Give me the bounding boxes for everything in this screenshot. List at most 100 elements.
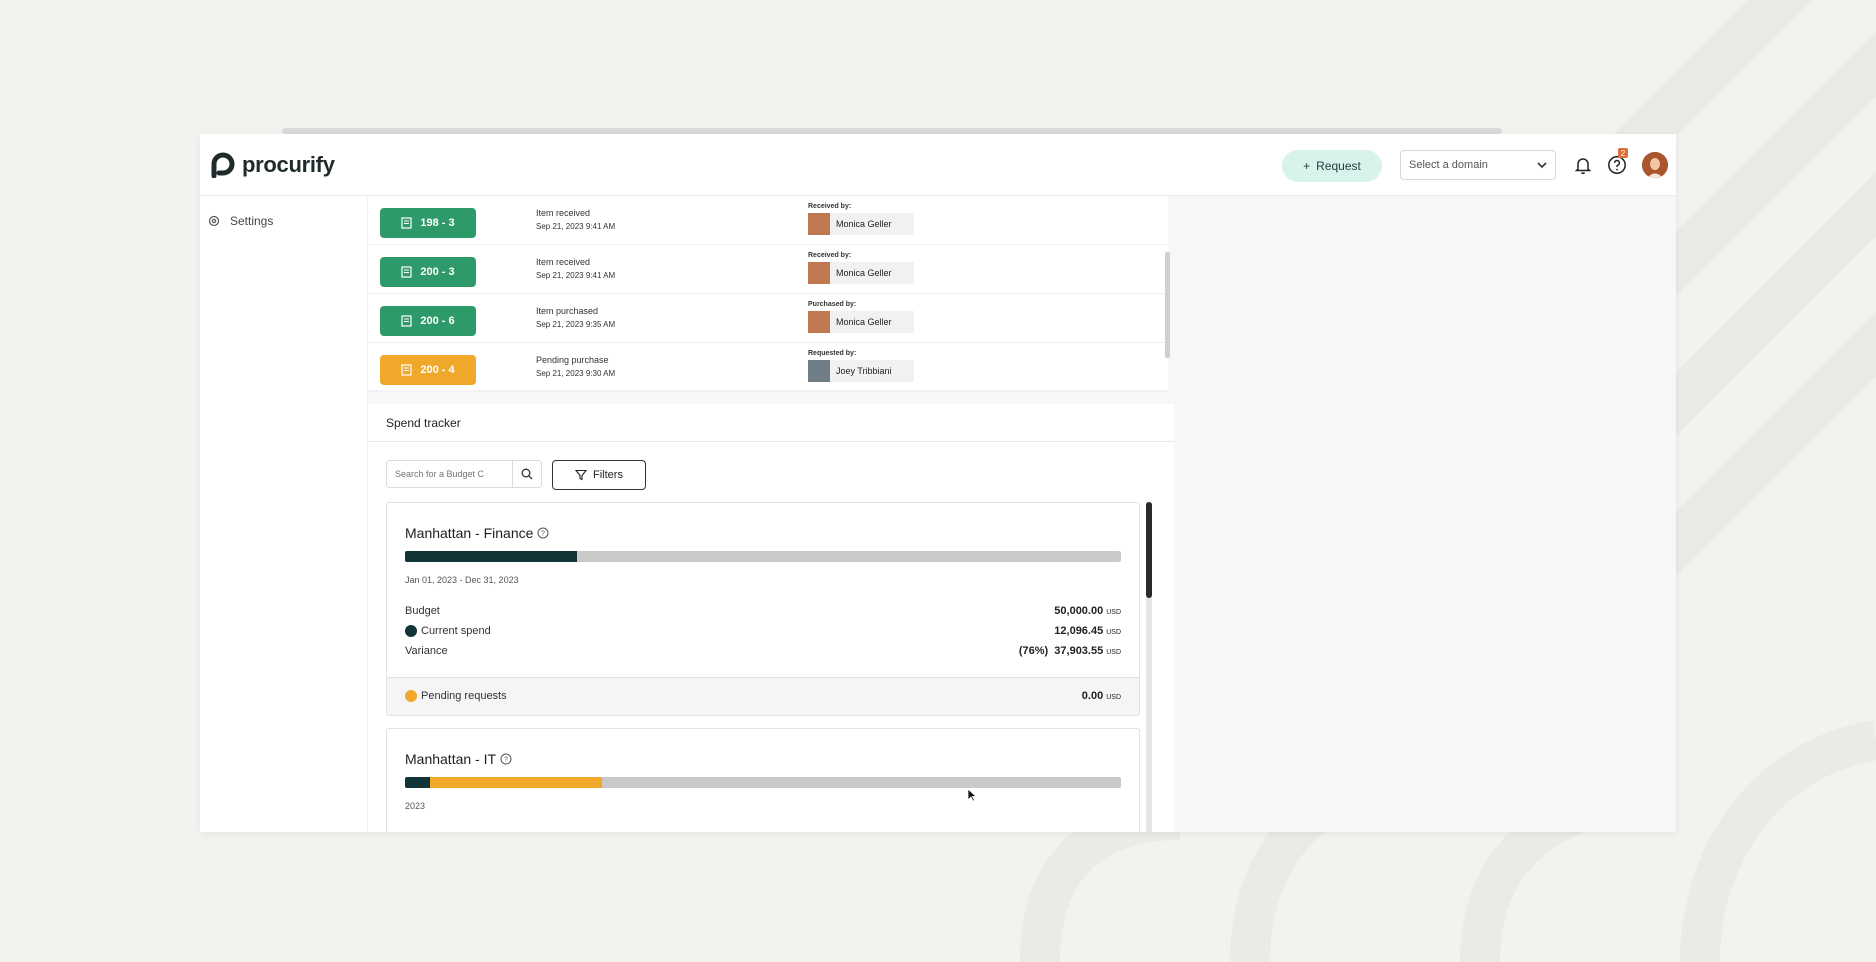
activity-by-label: Received by: [808,252,852,259]
activity-row[interactable]: 198 - 3 Item received Sep 21, 2023 9:41 … [368,196,1168,245]
user-avatar-image [1642,152,1668,178]
person-chip[interactable]: Joey Tribbiani [808,360,914,382]
person-chip[interactable]: Monica Geller [808,311,914,333]
document-icon [401,364,412,376]
help-badge: 2 [1618,148,1628,158]
spend-tracker-title: Spend tracker [386,416,461,430]
activity-date: Sep 21, 2023 9:30 AM [536,369,616,378]
bell-icon [1574,158,1592,175]
current-spend-amount: 12,096.45 [1054,625,1104,637]
spend-tracker-panel: Filters Manhattan - Finance ? Jan 01, 20… [368,442,1174,832]
document-icon [401,266,412,278]
activity-row[interactable]: 200 - 6 Item purchased Sep 21, 2023 9:35… [368,294,1168,343]
variance-amount: (76%) 37,903.55 [1018,645,1104,657]
info-icon[interactable]: ? [537,527,549,539]
svg-text:?: ? [504,757,508,764]
order-badge[interactable]: 200 - 4 [380,355,476,385]
current-spend-label: Current spend [405,625,491,637]
procurify-logo-icon [211,152,235,178]
budget-card-title: Manhattan - Finance ? [405,525,549,541]
sidebar: Settings [200,196,368,832]
activity-by-label: Requested by: [808,350,857,357]
activity-feed: 198 - 3 Item received Sep 21, 2023 9:41 … [368,196,1170,392]
order-badge-label: 200 - 6 [420,315,455,327]
order-badge[interactable]: 198 - 3 [380,208,476,238]
currency-code: USD [1106,694,1121,701]
pending-bar-fill [430,777,602,788]
budget-card[interactable]: Manhattan - Finance ? Jan 01, 2023 - Dec… [386,502,1140,716]
pending-requests-row: Pending requests 0.00 USD [387,677,1139,715]
pending-requests-value: 0.00 USD [1082,690,1121,702]
procurify-logo[interactable]: procurify [210,152,335,178]
document-icon [401,217,412,229]
person-name: Monica Geller [836,268,892,278]
pending-dot [405,690,417,702]
pending-requests-label: Pending requests [405,690,507,702]
budget-name: Manhattan - IT [405,751,497,767]
spend-scrollbar[interactable] [1146,502,1152,832]
budget-search [386,460,542,488]
currency-code: USD [1106,609,1121,616]
brand-name: procurify [242,152,335,177]
activity-title: Item received [536,208,591,218]
order-badge-label: 198 - 3 [420,217,455,229]
variance-value: (76%) 37,903.55 USD [1019,645,1121,657]
person-name: Monica Geller [836,317,892,327]
person-name: Monica Geller [836,219,892,229]
search-icon [521,468,533,480]
budget-amount: 50,000.00 [1054,605,1104,617]
document-icon [401,315,412,327]
activity-title: Item purchased [536,306,599,316]
filter-icon [575,469,588,481]
domain-select-value: Select a domain [1409,159,1488,171]
person-avatar [808,213,830,235]
user-avatar[interactable] [1642,152,1668,178]
budget-progress-bar [405,551,1121,562]
budget-value: 50,000.00 USD [1054,605,1121,617]
chevron-down-icon [1537,162,1547,169]
order-badge-label: 200 - 3 [420,266,455,278]
variance-label: Variance [405,645,448,657]
budget-progress-bar [405,777,1121,788]
activity-scrollbar[interactable] [1165,252,1170,358]
pending-amount: 0.00 [1081,690,1104,702]
budget-label: Budget [405,605,440,617]
notifications-button[interactable] [1572,154,1594,176]
person-chip[interactable]: Monica Geller [808,262,914,284]
spend-tracker-header: Spend tracker [368,404,1174,442]
spend-scrollbar-thumb[interactable] [1146,502,1152,598]
spend-bar-fill [405,551,577,562]
app-window: procurify + Request Select a domain 2 Se… [200,134,1676,832]
domain-select[interactable]: Select a domain [1400,150,1556,180]
person-chip[interactable]: Monica Geller [808,213,914,235]
order-badge[interactable]: 200 - 3 [380,257,476,287]
search-button[interactable] [512,461,541,487]
activity-row[interactable]: 200 - 4 Pending purchase Sep 21, 2023 9:… [368,343,1168,392]
info-icon[interactable]: ? [500,753,512,765]
sidebar-item-settings[interactable]: Settings [208,214,273,228]
spend-bar-fill [405,777,431,788]
activity-by-label: Purchased by: [808,301,857,308]
budget-card[interactable]: Manhattan - IT ? 2023 [386,728,1140,832]
filters-button-label: Filters [593,469,623,481]
current-spend-text: Current spend [421,625,491,637]
request-button[interactable]: + Request [1282,150,1382,182]
activity-by-label: Received by: [808,203,852,210]
current-spend-value: 12,096.45 USD [1054,625,1121,637]
order-badge[interactable]: 200 - 6 [380,306,476,336]
activity-date: Sep 21, 2023 9:35 AM [536,320,616,329]
person-avatar [808,311,830,333]
main-content: 198 - 3 Item received Sep 21, 2023 9:41 … [368,196,1676,832]
activity-title: Item received [536,257,591,267]
order-badge-label: 200 - 4 [420,364,455,376]
budget-search-input[interactable] [387,461,512,487]
filters-button[interactable]: Filters [552,460,646,490]
current-spend-dot [405,625,417,637]
budget-card-title: Manhattan - IT ? [405,751,512,767]
gear-icon [208,215,220,227]
sidebar-item-label: Settings [230,214,274,228]
activity-row[interactable]: 200 - 3 Item received Sep 21, 2023 9:41 … [368,245,1168,294]
mouse-cursor-icon [967,788,977,802]
help-icon [1608,156,1626,174]
person-avatar [808,360,830,382]
